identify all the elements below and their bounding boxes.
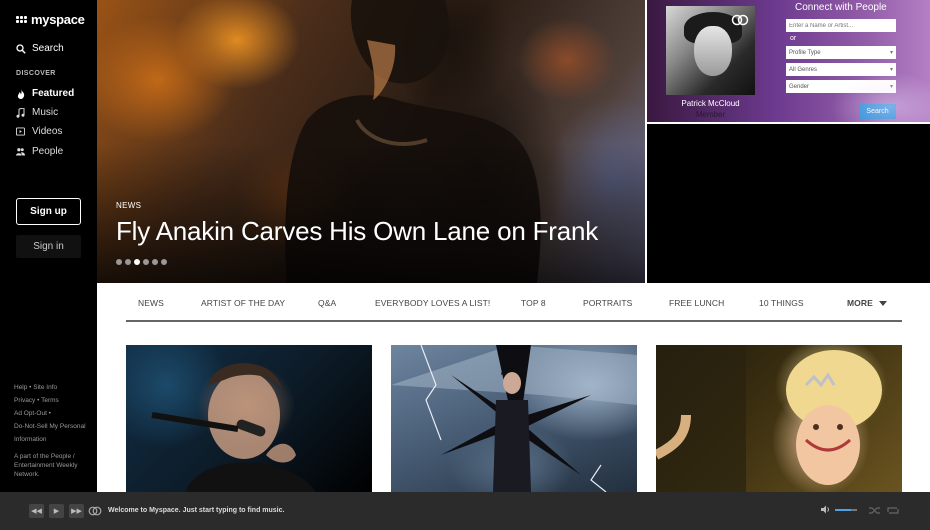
card-image (391, 345, 637, 492)
category-10-things[interactable]: 10 THINGS (759, 298, 804, 308)
carousel-dot-active[interactable] (134, 259, 140, 265)
profile-type-value: Profile Type (789, 49, 821, 56)
player-message: Welcome to Myspace. Just start typing to… (108, 507, 285, 514)
genre-value: All Genres (789, 66, 818, 73)
card-image (656, 345, 882, 492)
sidebar-item-label: Music (32, 107, 59, 118)
repeat-icon[interactable] (887, 506, 899, 515)
music-player-bar: ◀◀ ▶ ▶▶ Welcome to Myspace. Just start t… (0, 492, 930, 530)
do-not-sell-link[interactable]: Do-Not-Sell My Personal Information (14, 423, 86, 443)
member-photo[interactable] (666, 6, 755, 95)
category-qa[interactable]: Q&A (318, 298, 336, 308)
more-label: MORE (847, 298, 873, 308)
myspace-logo[interactable]: myspace (16, 12, 85, 27)
next-button[interactable]: ▶▶ (69, 504, 84, 518)
sidebar-item-label: Videos (32, 126, 63, 137)
sidebar-item-videos[interactable]: Videos (16, 126, 62, 137)
shuffle-icon[interactable] (869, 506, 881, 515)
hero-title[interactable]: Fly Anakin Carves His Own Lane on Frank (116, 216, 598, 247)
category-portraits[interactable]: PORTRAITS (583, 298, 632, 308)
sidebar-search[interactable]: Search (16, 43, 64, 54)
connect-rings-icon[interactable] (88, 506, 102, 516)
site-info-link[interactable]: Site Info (33, 384, 57, 391)
play-icon: ▶ (53, 508, 60, 515)
carousel-dot[interactable] (143, 259, 149, 265)
chevron-down-icon: ▾ (889, 67, 893, 73)
sidebar-item-label: People (32, 146, 64, 157)
article-card[interactable] (391, 345, 637, 492)
previous-button[interactable]: ◀◀ (29, 504, 44, 518)
article-card[interactable] (126, 345, 372, 492)
help-link[interactable]: Help (14, 384, 27, 391)
rewind-icon: ◀◀ (31, 508, 42, 515)
hero-banner[interactable]: NEWS Fly Anakin Carves His Own Lane on F… (97, 0, 645, 283)
ad-opt-out-link[interactable]: Ad Opt-Out (14, 410, 47, 417)
sign-in-button[interactable]: Sign in (16, 235, 81, 258)
flame-icon (16, 88, 25, 99)
discover-heading: DISCOVER (16, 70, 56, 77)
category-free-lunch[interactable]: FREE LUNCH (669, 298, 724, 308)
sidebar: myspace Search DISCOVER Featured Music V… (0, 0, 97, 492)
connect-title: Connect with People (795, 2, 887, 13)
category-everybody-loves-a-list[interactable]: EVERYBODY LOVES A LIST! (375, 298, 490, 308)
myspace-logo-icon (16, 16, 27, 23)
hero-carousel-dots (116, 259, 167, 265)
gender-select[interactable]: Gender ▾ (786, 80, 896, 93)
hero-kicker: NEWS (116, 201, 142, 210)
carousel-dot[interactable] (152, 259, 158, 265)
category-top-8[interactable]: TOP 8 (521, 298, 546, 308)
video-play-icon (16, 127, 25, 136)
sidebar-item-music[interactable]: Music (16, 107, 58, 118)
fast-forward-icon: ▶▶ (71, 508, 82, 515)
member-photo-face (694, 26, 732, 76)
gender-value: Gender (789, 83, 810, 90)
sidebar-item-label: Featured (32, 88, 75, 99)
search-label: Search (32, 43, 64, 54)
more-dropdown[interactable]: MORE (847, 298, 887, 308)
connect-rings-icon (731, 14, 749, 26)
hero-gradient (97, 143, 645, 283)
profile-type-select[interactable]: Profile Type ▾ (786, 46, 896, 59)
people-icon (16, 147, 25, 156)
volume-slider[interactable] (835, 508, 857, 511)
privacy-link[interactable]: Privacy (14, 397, 35, 404)
caret-down-icon (878, 300, 887, 306)
article-card[interactable] (656, 345, 902, 492)
chevron-down-icon: ▾ (889, 50, 893, 56)
chevron-down-icon: ▾ (889, 84, 893, 90)
footer-links: Help • Site Info Privacy • Terms Ad Opt-… (14, 384, 86, 443)
logo-text: myspace (31, 12, 85, 27)
sidebar-item-people[interactable]: People (16, 146, 63, 157)
member-role: Member (695, 110, 726, 119)
network-note: A part of the People / Entertainment Wee… (14, 453, 78, 478)
carousel-dot[interactable] (125, 259, 131, 265)
card-image (151, 363, 316, 492)
ad-panel (647, 124, 930, 283)
play-button[interactable]: ▶ (49, 504, 64, 518)
search-icon (16, 43, 26, 54)
category-artist-of-the-day[interactable]: ARTIST OF THE DAY (201, 298, 285, 308)
category-news[interactable]: NEWS (138, 298, 164, 308)
volume-icon (821, 505, 829, 514)
sidebar-item-featured[interactable]: Featured (16, 88, 74, 99)
terms-link[interactable]: Terms (41, 397, 59, 404)
carousel-dot[interactable] (161, 259, 167, 265)
carousel-dot[interactable] (116, 259, 122, 265)
name-search-input[interactable] (786, 19, 896, 32)
category-nav: NEWS ARTIST OF THE DAY Q&A EVERYBODY LOV… (126, 289, 902, 322)
genre-select[interactable]: All Genres ▾ (786, 63, 896, 76)
volume-control[interactable] (821, 505, 857, 514)
or-label: or (790, 35, 797, 42)
sign-up-button[interactable]: Sign up (16, 198, 81, 225)
member-name[interactable]: Patrick McCloud (666, 99, 755, 108)
connect-panel: Patrick McCloud Member Connect with Peop… (647, 0, 930, 122)
music-note-icon (16, 107, 25, 118)
connect-search-button[interactable]: Search (859, 104, 896, 119)
